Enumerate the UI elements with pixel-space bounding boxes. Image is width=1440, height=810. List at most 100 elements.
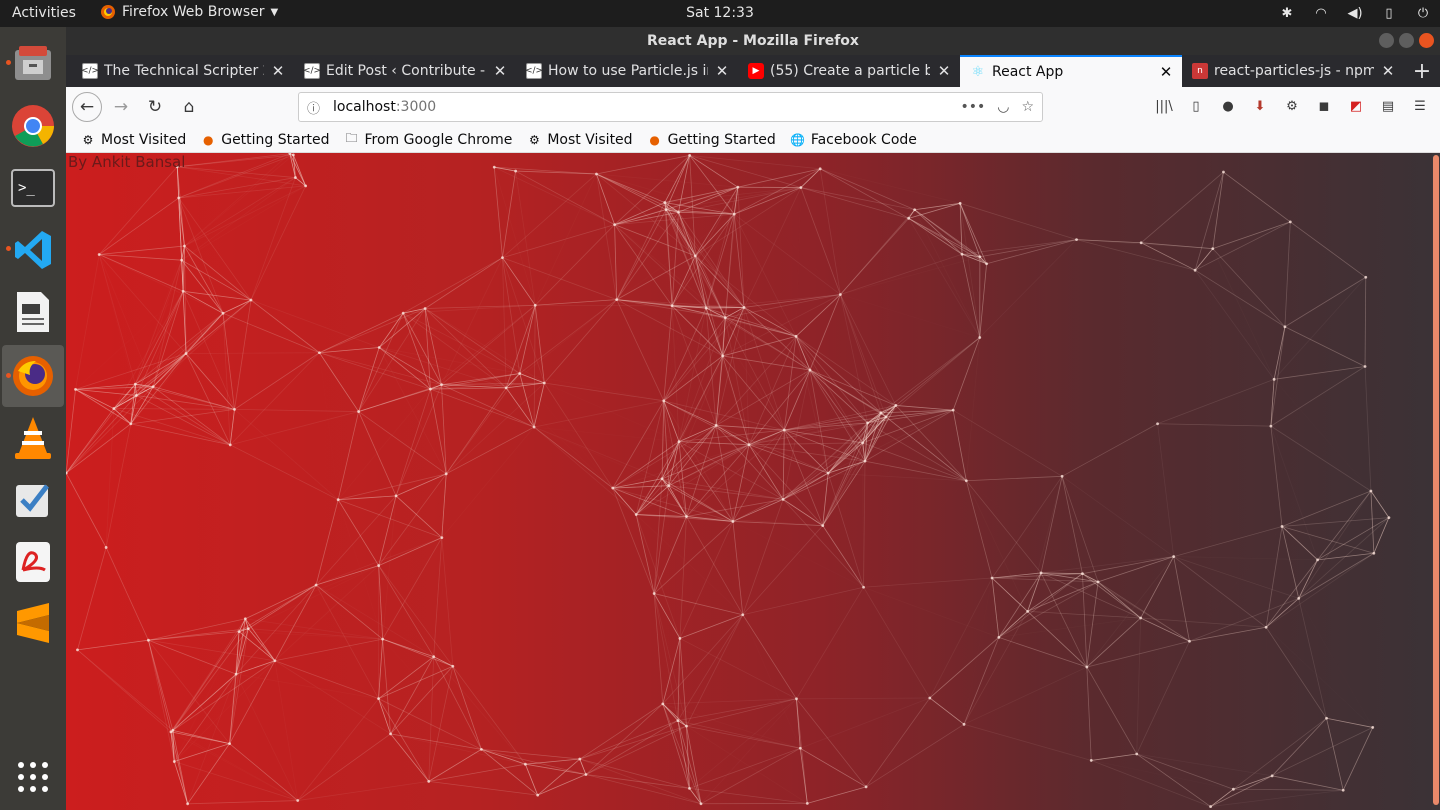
reload-button[interactable]: ↻: [140, 92, 170, 122]
extension-download-icon[interactable]: ⬇: [1250, 96, 1270, 116]
power-icon[interactable]: ⏻: [1414, 4, 1432, 22]
show-apps-icon[interactable]: [18, 762, 48, 792]
document-viewer-icon: [17, 292, 49, 332]
chrome-icon: [12, 105, 54, 147]
terminal-icon: >_: [11, 169, 55, 207]
bookmark-most-visited-2[interactable]: ⚙ Most Visited: [526, 131, 633, 148]
info-icon[interactable]: ⓘ: [307, 98, 325, 117]
dock-vscode[interactable]: [2, 219, 64, 281]
tab-label: React App: [992, 64, 1064, 80]
firefox-window: React App - Mozilla Firefox </> The Tech…: [66, 27, 1440, 810]
volume-icon[interactable]: ◀): [1346, 4, 1364, 22]
extension-settings-icon[interactable]: ⚙: [1282, 96, 1302, 116]
extension-camera-icon[interactable]: ◼: [1314, 96, 1334, 116]
firefox-icon: [13, 356, 53, 396]
gear-icon: ⚙: [528, 132, 540, 147]
toolbar-right: |||\ ▯ ● ⬇ ⚙ ◼ ◩ ▤ ☰: [1154, 96, 1430, 116]
chevron-down-icon: ▼: [270, 6, 279, 18]
pocket-icon[interactable]: ◡: [997, 99, 1009, 115]
library-icon[interactable]: |||\: [1154, 96, 1174, 116]
maximize-button[interactable]: [1399, 33, 1414, 48]
tab-label: (55) Create a particle ba: [770, 63, 930, 79]
close-icon[interactable]: ✕: [1380, 62, 1396, 80]
close-icon[interactable]: ✕: [270, 62, 286, 80]
bookmark-label: Most Visited: [547, 131, 633, 148]
code-icon: </>: [303, 63, 321, 79]
tab-edit-post[interactable]: </> Edit Post ‹ Contribute - ✕: [294, 55, 516, 87]
close-icon[interactable]: ✕: [936, 62, 952, 80]
bookmark-star-icon[interactable]: ☆: [1021, 99, 1034, 115]
tab-particlejs[interactable]: </> How to use Particle.js in ✕: [516, 55, 738, 87]
bookmark-label: From Google Chrome: [364, 131, 513, 148]
code-icon: </>: [81, 63, 99, 79]
tasks-icon: [16, 484, 49, 517]
page-content[interactable]: By Ankit Bansal: [66, 153, 1440, 810]
sidebar-icon[interactable]: ▯: [1186, 96, 1206, 116]
bookmark-most-visited[interactable]: ⚙ Most Visited: [80, 131, 187, 148]
home-button[interactable]: ⌂: [174, 92, 204, 122]
activities-button[interactable]: Activities: [12, 5, 76, 21]
dock-document-viewer[interactable]: [2, 281, 64, 343]
minimize-button[interactable]: [1379, 33, 1394, 48]
tab-technical-scripter[interactable]: </> The Technical Scripter 2 ✕: [72, 55, 294, 87]
dock-firefox[interactable]: [2, 345, 64, 407]
dock-pdf-editor[interactable]: [2, 531, 64, 593]
bookmark-getting-started-2[interactable]: ● Getting Started: [647, 132, 776, 148]
running-indicator: [6, 373, 11, 378]
bookmark-label: Most Visited: [101, 131, 187, 148]
reload-icon: ↻: [147, 97, 163, 117]
dock-sublime[interactable]: [2, 593, 64, 655]
bookmark-from-google-chrome[interactable]: 🗀 From Google Chrome: [343, 131, 513, 148]
close-icon[interactable]: ✕: [1158, 63, 1174, 81]
dock-files[interactable]: [2, 33, 64, 95]
tab-npm[interactable]: n react-particles-js - npm ✕: [1182, 55, 1404, 87]
extension-clipboard-icon[interactable]: ▤: [1378, 96, 1398, 116]
slack-icon[interactable]: ✱: [1278, 4, 1296, 22]
url-port: :3000: [395, 99, 437, 115]
dock-tasks[interactable]: [2, 469, 64, 531]
back-button[interactable]: ←: [72, 92, 102, 122]
forward-button[interactable]: →: [106, 92, 136, 122]
window-titlebar[interactable]: React App - Mozilla Firefox: [66, 27, 1440, 55]
react-icon: ⚛: [971, 64, 985, 80]
tab-youtube[interactable]: ▶ (55) Create a particle ba ✕: [738, 55, 960, 87]
app-name: Firefox Web Browser: [122, 4, 265, 20]
dock-vlc[interactable]: [2, 407, 64, 469]
running-indicator: [6, 60, 11, 65]
url-bar[interactable]: ⓘ localhost:3000 ••• ◡ ☆: [298, 92, 1043, 122]
extension-red-icon[interactable]: ◩: [1346, 96, 1366, 116]
url-actions: ••• ◡ ☆: [960, 99, 1034, 115]
tab-react-app[interactable]: ⚛ React App ✕: [960, 55, 1182, 87]
extension-avatar-icon[interactable]: ●: [1218, 96, 1238, 116]
bookmark-label: Facebook Code: [810, 131, 917, 148]
scrollbar[interactable]: [1432, 153, 1440, 810]
page-actions-icon[interactable]: •••: [960, 99, 985, 115]
bookmark-getting-started[interactable]: ● Getting Started: [200, 131, 330, 148]
globe-icon: 🌐: [790, 132, 806, 147]
menu-icon[interactable]: ☰: [1410, 96, 1430, 116]
bookmark-facebook-code[interactable]: 🌐 Facebook Code: [790, 132, 917, 148]
home-icon: ⌂: [183, 97, 195, 117]
scrollbar-thumb[interactable]: [1433, 155, 1439, 805]
system-tray[interactable]: ✱ ◠ ◀) ▯ ⏻: [1278, 4, 1432, 22]
new-tab-button[interactable]: +: [1404, 55, 1440, 87]
close-icon[interactable]: ✕: [714, 62, 730, 80]
firefox-icon: ●: [649, 132, 660, 147]
dock-terminal[interactable]: >_: [2, 157, 64, 219]
bookmark-label: Getting Started: [221, 131, 330, 148]
app-menu[interactable]: Firefox Web Browser ▼: [100, 4, 278, 20]
tab-label: react-particles-js - npm: [1214, 63, 1374, 79]
clock[interactable]: Sat 12:33: [686, 5, 754, 21]
battery-icon[interactable]: ▯: [1380, 4, 1398, 22]
bookmark-label: Getting Started: [667, 131, 776, 148]
folder-icon: 🗀: [345, 131, 358, 145]
close-icon[interactable]: ✕: [492, 62, 508, 80]
firefox-icon: [101, 5, 115, 19]
gnome-top-bar: Activities Firefox Web Browser ▼ Sat 12:…: [0, 0, 1440, 27]
wifi-icon[interactable]: ◠: [1312, 4, 1330, 22]
particles-canvas[interactable]: [66, 153, 1432, 810]
dock-chrome[interactable]: [2, 95, 64, 157]
sublime-icon: [17, 603, 49, 643]
pdf-editor-icon: [16, 542, 50, 582]
close-window-button[interactable]: [1419, 33, 1434, 48]
